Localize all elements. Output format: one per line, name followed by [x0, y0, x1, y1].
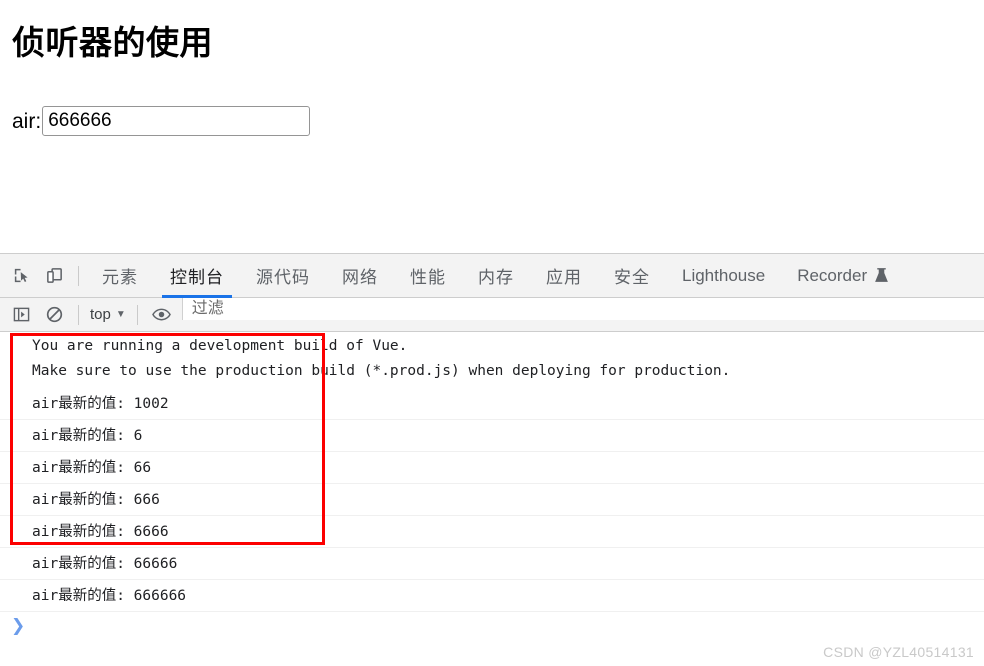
toolbar-divider [78, 265, 79, 286]
flask-icon [874, 267, 889, 284]
console-log-row[interactable]: air最新的值: 1002 [0, 388, 984, 420]
watermark: CSDN @YZL40514131 [823, 644, 974, 660]
tab-console[interactable]: 控制台 [154, 254, 240, 298]
tab-label: 控制台 [170, 268, 224, 287]
tab-label: 安全 [614, 268, 650, 287]
toolbar-divider [78, 304, 79, 325]
console-prompt-input[interactable] [25, 612, 984, 640]
tab-label: 元素 [102, 268, 138, 287]
context-selector-value: top [90, 306, 111, 323]
air-input[interactable] [42, 106, 311, 136]
web-page-viewport: 侦听器的使用 air: [0, 0, 984, 253]
console-filter-input[interactable] [181, 298, 984, 320]
tab-label: 网络 [342, 268, 378, 287]
air-field-row: air: [12, 104, 311, 138]
chevron-down-icon: ▼ [115, 308, 126, 320]
tab-label: Lighthouse [682, 265, 766, 285]
console-log-row[interactable]: air最新的值: 666 [0, 484, 984, 516]
tab-application[interactable]: 应用 [530, 254, 598, 298]
tab-memory[interactable]: 内存 [462, 254, 530, 298]
tab-lighthouse[interactable]: Lighthouse [666, 254, 781, 298]
tab-label: 性能 [410, 268, 446, 287]
console-output[interactable]: You are running a development build of V… [0, 332, 984, 666]
console-toolbar: top ▼ [0, 298, 984, 332]
clear-console-icon[interactable] [38, 300, 71, 330]
page-title: 侦听器的使用 [12, 24, 213, 61]
devtools-tabbar: 元素 控制台 源代码 网络 性能 内存 应用 安全 Lighthouse Rec… [0, 254, 984, 298]
air-label: air: [12, 109, 42, 133]
tab-recorder[interactable]: Recorder [781, 254, 905, 298]
prompt-chevron-icon: ❯ [11, 615, 26, 636]
console-banner-line: Make sure to use the production build (*… [32, 363, 731, 379]
inspect-element-icon[interactable] [5, 261, 38, 291]
tab-label: 内存 [478, 268, 514, 287]
console-log-row[interactable]: air最新的值: 66 [0, 452, 984, 484]
context-selector[interactable]: top ▼ [86, 306, 130, 323]
tab-sources[interactable]: 源代码 [240, 254, 326, 298]
live-expression-eye-icon[interactable] [145, 300, 178, 330]
tab-performance[interactable]: 性能 [394, 254, 462, 298]
console-log-row[interactable]: air最新的值: 6 [0, 420, 984, 452]
tab-label: 源代码 [256, 268, 310, 287]
device-toolbar-icon[interactable] [38, 261, 71, 291]
tab-label: Recorder [797, 265, 868, 285]
devtools-panel: 元素 控制台 源代码 网络 性能 内存 应用 安全 Lighthouse Rec… [0, 253, 984, 666]
console-log-row[interactable]: air最新的值: 666666 [0, 580, 984, 612]
tab-label: 应用 [546, 268, 582, 287]
console-log-row[interactable]: air最新的值: 66666 [0, 548, 984, 580]
tab-network[interactable]: 网络 [326, 254, 394, 298]
toolbar-divider [136, 304, 138, 325]
console-sidebar-icon[interactable] [5, 300, 38, 330]
console-banner-line: You are running a development build of V… [32, 338, 408, 354]
console-prompt-row[interactable]: ❯ [0, 612, 984, 640]
tab-elements[interactable]: 元素 [86, 254, 154, 298]
console-log-list: air最新的值: 1002 air最新的值: 6 air最新的值: 66 air… [0, 333, 984, 612]
tab-security[interactable]: 安全 [598, 254, 666, 298]
console-log-row[interactable]: air最新的值: 6666 [0, 516, 984, 548]
